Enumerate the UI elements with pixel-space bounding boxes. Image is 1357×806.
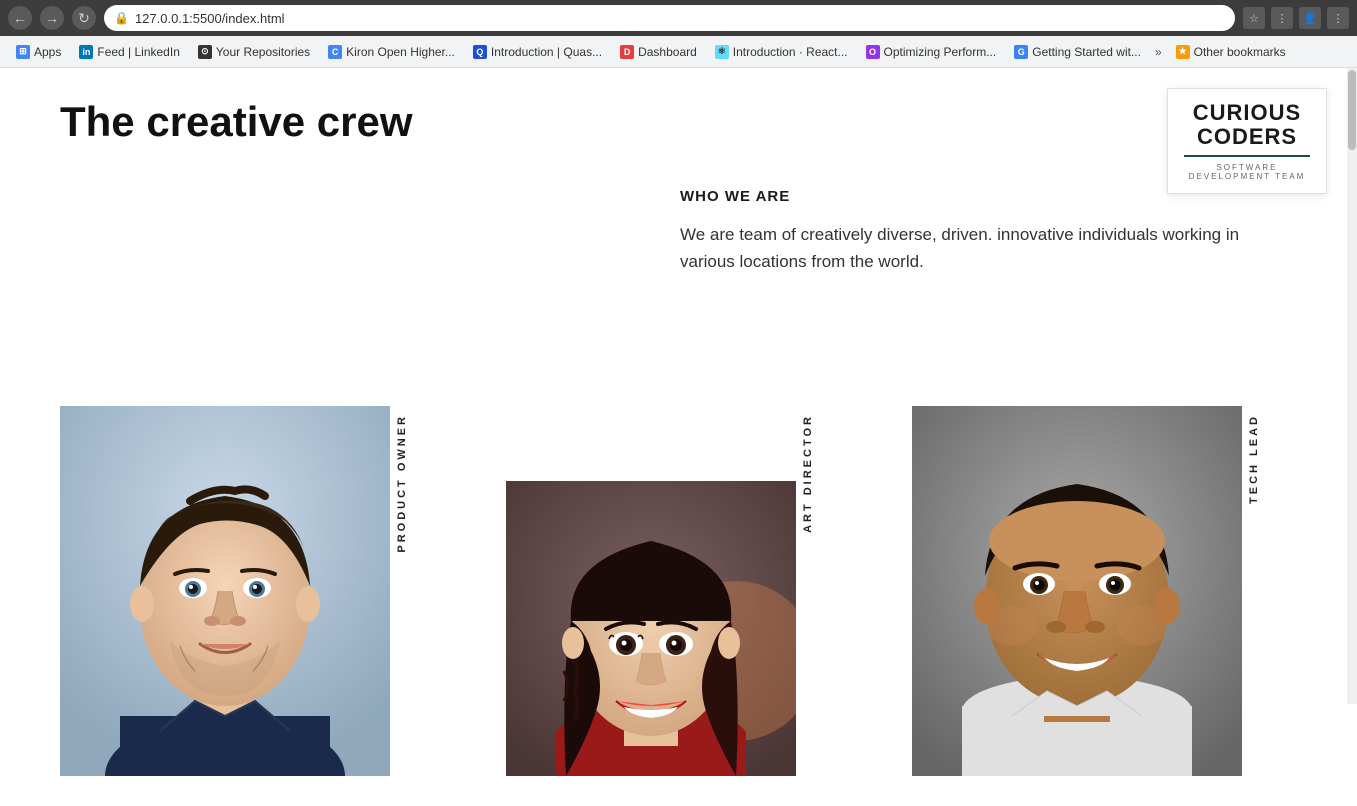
main-heading: The creative crew	[60, 98, 560, 146]
team-wrapper: PRODUCT OWNER	[60, 406, 1278, 776]
back-button[interactable]: ←	[8, 6, 32, 30]
bookmarks-bar: ⊞ Apps in Feed | LinkedIn ⊙ Your Reposit…	[0, 36, 1357, 68]
member-1-role: PRODUCT OWNER	[390, 406, 414, 561]
extensions-icon[interactable]: ⋮	[1271, 7, 1293, 29]
dashboard-favicon: D	[620, 45, 634, 59]
scrollbar-thumb[interactable]	[1348, 70, 1356, 150]
bookmark-kiron[interactable]: C Kiron Open Higher...	[320, 39, 463, 65]
member-2-photo	[506, 481, 796, 776]
browser-chrome: ← → ↻ 🔒 127.0.0.1:5500/index.html ☆ ⋮ 👤 …	[0, 0, 1357, 36]
gs-favicon: G	[1014, 45, 1028, 59]
member-3-role: TECH LEAD	[1242, 406, 1266, 512]
scrollbar[interactable]	[1347, 68, 1357, 704]
bookmark-opt-label: Optimizing Perform...	[884, 45, 997, 59]
team-member-3: TECH LEAD	[912, 406, 1278, 776]
other-favicon: ★	[1176, 45, 1190, 59]
url-text: 127.0.0.1:5500/index.html	[135, 11, 285, 26]
bookmark-react-label: Introduction · React...	[733, 45, 848, 59]
bookmark-apps-label: Apps	[34, 45, 61, 59]
logo-container: CURIOUS CODERS SOFTWARE DEVELOPMENT TEAM	[1167, 88, 1327, 194]
logo-subtitle: SOFTWARE DEVELOPMENT TEAM	[1184, 163, 1310, 181]
bookmark-kiron-label: Kiron Open Higher...	[346, 45, 455, 59]
bookmark-dashboard[interactable]: D Dashboard	[612, 39, 705, 65]
github-favicon: ⊙	[198, 45, 212, 59]
bookmark-dashboard-label: Dashboard	[638, 45, 697, 59]
team-member-2: ART DIRECTOR	[506, 406, 832, 776]
bookmarks-icon[interactable]: ☆	[1243, 7, 1265, 29]
member-3-photo	[912, 406, 1242, 776]
member-1-photo	[60, 406, 390, 776]
bookmark-react[interactable]: ⚛ Introduction · React...	[707, 39, 856, 65]
linkedin-favicon: in	[79, 45, 93, 59]
who-description: We are team of creatively diverse, drive…	[680, 221, 1260, 275]
bookmark-repos[interactable]: ⊙ Your Repositories	[190, 39, 318, 65]
who-we-are-section: WHO WE ARE We are team of creatively div…	[680, 188, 1260, 275]
bookmark-quas-label: Introduction | Quas...	[491, 45, 602, 59]
bookmark-other-label: Other bookmarks	[1194, 45, 1286, 59]
bookmark-linkedin[interactable]: in Feed | LinkedIn	[71, 39, 188, 65]
who-title: WHO WE ARE	[680, 188, 1260, 205]
bookmark-other[interactable]: ★ Other bookmarks	[1168, 39, 1294, 65]
member-2-role: ART DIRECTOR	[796, 406, 820, 541]
profile-icon[interactable]: 👤	[1299, 7, 1321, 29]
page-content: CURIOUS CODERS SOFTWARE DEVELOPMENT TEAM…	[0, 68, 1357, 806]
kiron-favicon: C	[328, 45, 342, 59]
team-member-1: PRODUCT OWNER	[60, 406, 426, 776]
bookmark-getting-started[interactable]: G Getting Started wit...	[1006, 39, 1149, 65]
menu-icon[interactable]: ⋮	[1327, 7, 1349, 29]
logo-line2: CODERS	[1197, 124, 1297, 149]
bookmark-quas[interactable]: Q Introduction | Quas...	[465, 39, 610, 65]
quas-favicon: Q	[473, 45, 487, 59]
opt-favicon: O	[866, 45, 880, 59]
bookmark-linkedin-label: Feed | LinkedIn	[97, 45, 180, 59]
logo-divider	[1184, 155, 1310, 157]
browser-actions: ☆ ⋮ 👤 ⋮	[1243, 7, 1349, 29]
bookmark-optimizing[interactable]: O Optimizing Perform...	[858, 39, 1005, 65]
team-section: PRODUCT OWNER	[60, 406, 1297, 776]
bookmark-apps[interactable]: ⊞ Apps	[8, 39, 69, 65]
address-bar[interactable]: 🔒 127.0.0.1:5500/index.html	[104, 5, 1235, 31]
logo-title: CURIOUS CODERS	[1184, 101, 1310, 149]
bookmark-repos-label: Your Repositories	[216, 45, 310, 59]
logo-line1: CURIOUS	[1193, 100, 1301, 125]
bookmark-gs-label: Getting Started wit...	[1032, 45, 1141, 59]
more-bookmarks-btn[interactable]: »	[1151, 45, 1166, 59]
reload-button[interactable]: ↻	[72, 6, 96, 30]
react-favicon: ⚛	[715, 45, 729, 59]
apps-favicon: ⊞	[16, 45, 30, 59]
lock-icon: 🔒	[114, 11, 129, 25]
forward-button[interactable]: →	[40, 6, 64, 30]
